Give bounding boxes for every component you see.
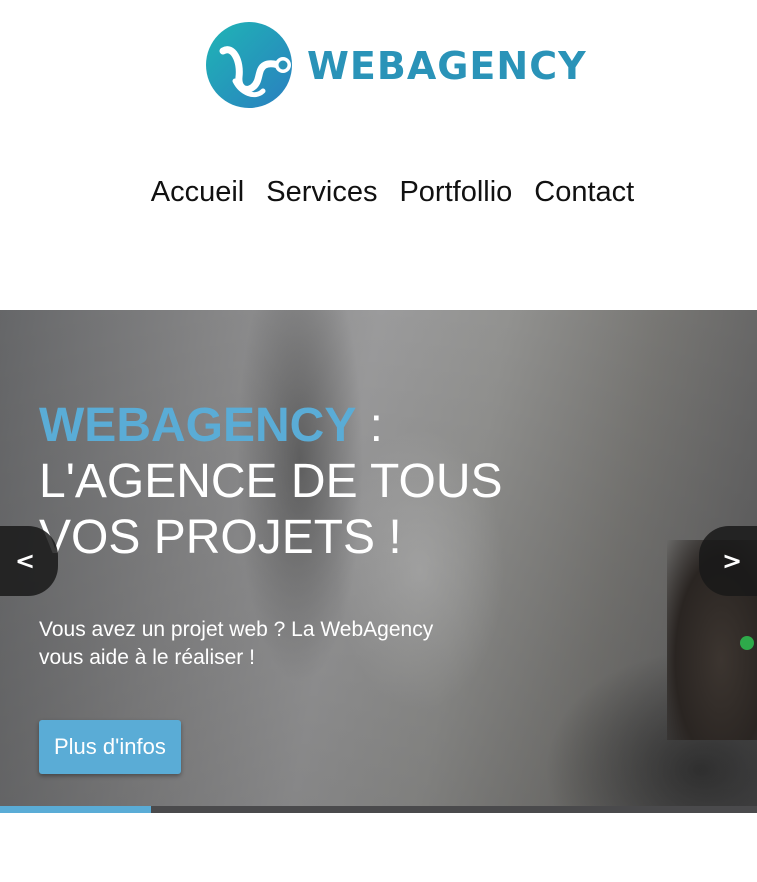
- hero-title-colon: :: [356, 399, 384, 452]
- logo-text: WEBAGENCY: [307, 44, 587, 88]
- nav-item-accueil[interactable]: Accueil: [151, 176, 245, 209]
- webagency-logo-icon: [206, 22, 292, 108]
- slider-progress-fill: [0, 806, 152, 813]
- page: WEBAGENCY Accueil Services Portfollio Co…: [0, 0, 757, 882]
- chevron-left-icon: <: [14, 547, 36, 575]
- main-nav: Accueil Services Portfollio Contact: [0, 176, 757, 209]
- slider-prev-button[interactable]: <: [0, 526, 58, 596]
- slider-progress-bar: [0, 806, 757, 813]
- logo[interactable]: WEBAGENCY: [205, 20, 587, 110]
- hero-title: WEBAGENCY : L'AGENCE DE TOUS VOS PROJETS…: [39, 398, 503, 566]
- nav-item-portfollio[interactable]: Portfollio: [399, 176, 512, 209]
- hero-subtitle: Vous avez un projet web ? La WebAgency v…: [39, 618, 434, 669]
- nav-item-services[interactable]: Services: [266, 176, 377, 209]
- slider-next-button[interactable]: >: [699, 526, 757, 596]
- chevron-right-icon: >: [721, 547, 743, 575]
- hero-content: WEBAGENCY : L'AGENCE DE TOUS VOS PROJETS…: [39, 398, 503, 774]
- hero-title-line-1: WEBAGENCY :: [39, 398, 503, 454]
- hero-title-brand: WEBAGENCY: [39, 399, 357, 452]
- hero-title-line-3: VOS PROJETS !: [39, 511, 402, 564]
- nav-item-contact[interactable]: Contact: [534, 176, 634, 209]
- more-info-button[interactable]: Plus d'infos: [39, 720, 181, 774]
- hero-background-pin: [740, 636, 754, 650]
- hero-title-line-2: L'AGENCE DE TOUS: [39, 455, 503, 508]
- hero-slider: WEBAGENCY : L'AGENCE DE TOUS VOS PROJETS…: [0, 310, 757, 813]
